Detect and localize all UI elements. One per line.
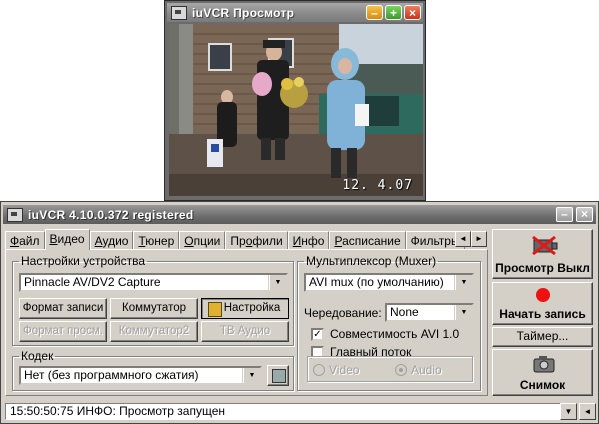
codec-select-value: Нет (без программного сжатия) (24, 368, 199, 382)
chevron-down-icon[interactable]: ▼ (455, 305, 472, 320)
tab-file[interactable]: Файл (5, 231, 45, 250)
chevron-down-icon[interactable]: ▼ (243, 368, 260, 383)
preview-title: iuVCR Просмотр (192, 5, 295, 20)
camera-off-icon (532, 235, 558, 255)
main-titlebar[interactable]: iuVCR 4.10.0.372 registered – × (3, 205, 596, 224)
close-button[interactable]: × (576, 207, 593, 222)
close-button[interactable]: × (404, 5, 421, 20)
video-timestamp: 12. 4.07 (342, 178, 413, 193)
interleave-label: Чередование: (304, 306, 382, 320)
minimize-button[interactable]: – (556, 207, 573, 222)
tab-info[interactable]: Инфо (287, 231, 330, 250)
switcher2-button[interactable]: Коммутатор2 (110, 321, 198, 342)
muxer-select-value: AVI mux (по умолчанию) (309, 275, 444, 289)
avi-compat-checkbox[interactable]: ✓ (311, 328, 324, 341)
switcher-button[interactable]: Коммутатор (110, 298, 198, 319)
camera-app-icon (7, 207, 23, 222)
tab-video[interactable]: Видео (44, 229, 90, 250)
avi-compat-label[interactable]: Совместимость AVI 1.0 (330, 327, 459, 341)
preview-off-label: Просмотр Выкл (495, 261, 590, 275)
video-radio[interactable] (313, 364, 325, 376)
interleave-select[interactable]: None ▼ (385, 303, 474, 322)
device-select[interactable]: Pinnacle AV/DV2 Capture ▼ (19, 273, 288, 292)
device-settings-legend: Настройки устройства (21, 254, 145, 268)
maximize-button[interactable]: + (385, 5, 402, 20)
status-scroll-down-button[interactable]: ▼ (560, 403, 577, 420)
tab-tuner[interactable]: Тюнер (133, 231, 180, 250)
settings-button[interactable]: Настройка (201, 298, 289, 319)
codec-select[interactable]: Нет (без программного сжатия) ▼ (19, 366, 262, 385)
video-preview-frame: 12. 4.07 (169, 24, 423, 196)
minimize-button[interactable]: – (366, 5, 383, 20)
muxer-select[interactable]: AVI mux (по умолчанию) ▼ (304, 273, 474, 292)
preview-off-button[interactable]: Просмотр Выкл (492, 229, 593, 279)
video-tab-panel: Настройки устройства Pinnacle AV/DV2 Cap… (5, 249, 488, 396)
properties-icon (272, 369, 286, 383)
settings-icon (208, 302, 222, 317)
preview-titlebar[interactable]: iuVCR Просмотр – + × (167, 3, 423, 22)
tab-options[interactable]: Опции (179, 231, 226, 250)
format-record-button[interactable]: Формат записи (19, 298, 107, 319)
tab-profiles[interactable]: Профили (225, 231, 288, 250)
video-frame-image (169, 24, 423, 196)
tab-schedule[interactable]: Расписание (329, 231, 406, 250)
codec-legend: Кодек (21, 349, 54, 363)
tab-bar: Файл Видео Аудио Тюнер Опции Профили Инф… (5, 229, 487, 250)
audio-radio[interactable] (395, 364, 407, 376)
chevron-down-icon[interactable]: ▼ (269, 275, 286, 290)
status-scroll-left-button[interactable]: ◄ (579, 403, 596, 420)
camera-app-icon (171, 5, 187, 20)
camera-icon (533, 356, 555, 373)
preview-window: iuVCR Просмотр – + × 12. 4.07 (164, 0, 426, 201)
start-record-button[interactable]: Начать запись (492, 282, 593, 325)
main-window: iuVCR 4.10.0.372 registered – × Файл Вид… (0, 201, 599, 424)
audio-radio-label[interactable]: Audio (411, 363, 442, 377)
status-log: 15:50:50:75 ИНФО: Просмотр запущен (5, 403, 576, 420)
interleave-select-value: None (390, 305, 419, 319)
tab-scroll-right-button[interactable]: ► (471, 231, 487, 247)
device-select-value: Pinnacle AV/DV2 Capture (24, 275, 161, 289)
muxer-legend: Мультиплексор (Muxer) (306, 254, 437, 268)
codec-properties-button[interactable] (267, 365, 289, 386)
tab-scroll-left-button[interactable]: ◄ (455, 231, 471, 247)
snapshot-label: Снимок (519, 378, 566, 392)
tab-audio[interactable]: Аудио (89, 231, 134, 250)
format-preview-button[interactable]: Формат просм. (19, 321, 107, 342)
snapshot-button[interactable]: Снимок (492, 349, 593, 396)
main-title: iuVCR 4.10.0.372 registered (28, 207, 194, 222)
settings-button-label: Настройка (223, 302, 281, 314)
tv-audio-button[interactable]: ТВ Аудио (201, 321, 289, 342)
chevron-down-icon[interactable]: ▼ (455, 275, 472, 290)
start-record-label: Начать запись (499, 307, 586, 321)
record-dot-icon (536, 288, 550, 302)
timer-button[interactable]: Таймер... (492, 327, 593, 347)
video-radio-label[interactable]: Video (329, 363, 359, 377)
